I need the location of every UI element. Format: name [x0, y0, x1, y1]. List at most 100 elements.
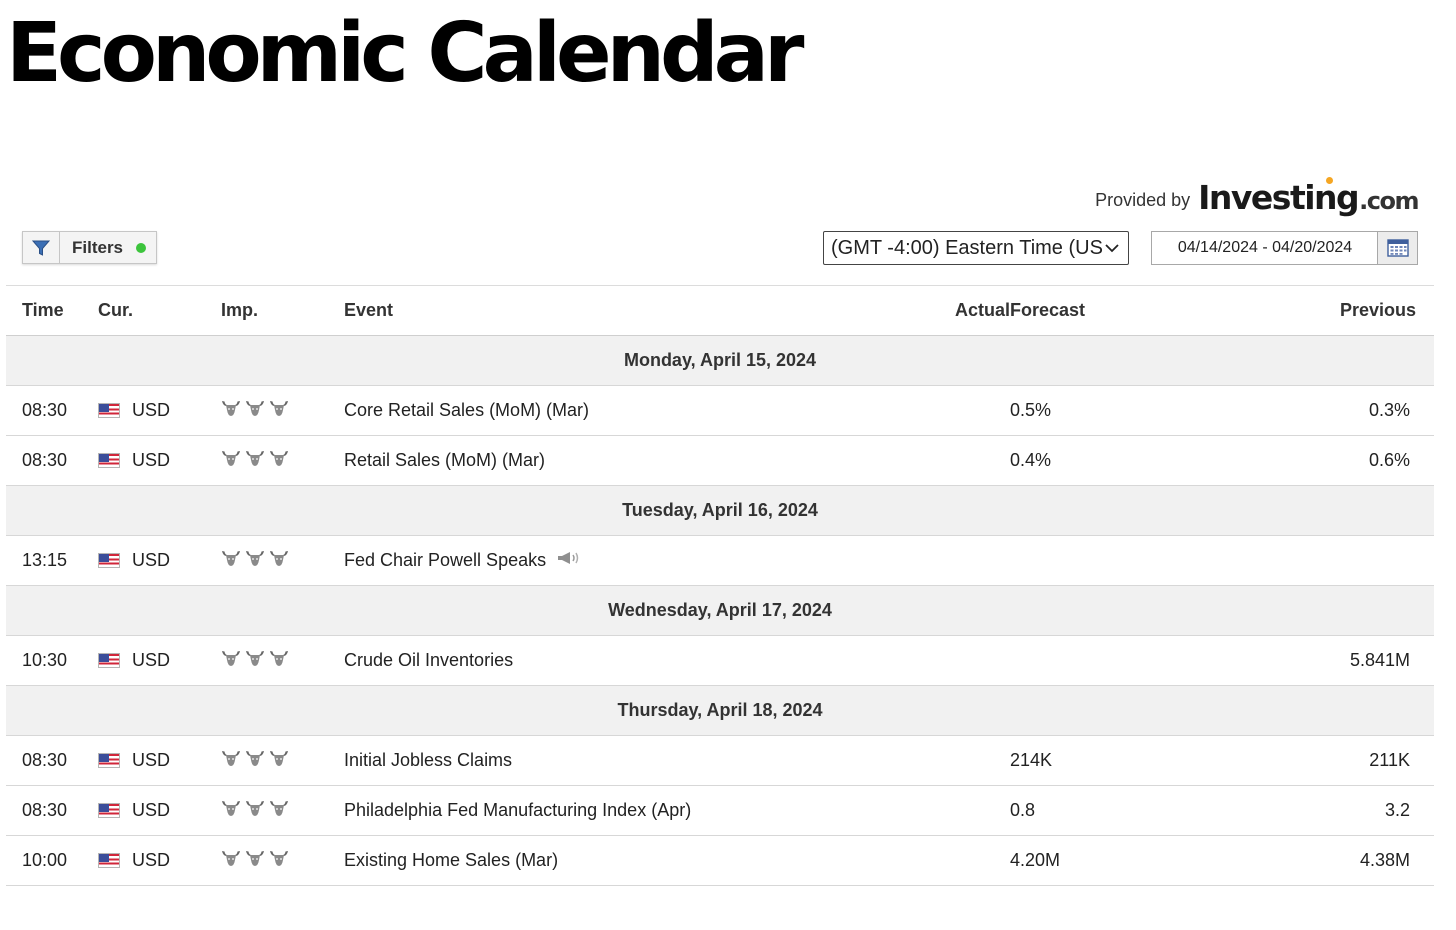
event-currency: USD [98, 535, 221, 586]
bull-icon [245, 799, 265, 822]
event-previous: 5.841M [1214, 635, 1434, 686]
header-actual[interactable]: Actual [864, 285, 1010, 336]
event-name-cell: Initial Jobless Claims [344, 735, 864, 786]
day-header-row: Monday, April 15, 2024 [6, 335, 1434, 386]
event-importance [221, 635, 344, 686]
funnel-icon [23, 232, 60, 263]
event-name-link[interactable]: Initial Jobless Claims [344, 750, 512, 771]
bull-icon [221, 749, 241, 772]
header-time[interactable]: Time [6, 285, 98, 336]
brand-name: Investing [1198, 178, 1360, 217]
provider-attribution: Provided by Investing .com [1095, 177, 1419, 218]
header-previous[interactable]: Previous [1214, 285, 1434, 336]
event-actual [864, 785, 1010, 836]
bull-icon [221, 799, 241, 822]
event-actual [864, 635, 1010, 686]
bull-icon [269, 649, 289, 672]
event-name-cell: Existing Home Sales (Mar) [344, 835, 864, 886]
event-forecast: 0.8 [1010, 785, 1214, 836]
currency-code: USD [132, 750, 171, 770]
event-name-link[interactable]: Crude Oil Inventories [344, 650, 513, 671]
chevron-down-icon [1104, 240, 1120, 261]
event-row[interactable]: 10:30 USD Crude Oil Inventories 5.841M [6, 635, 1434, 686]
bull-icon [269, 399, 289, 422]
calendar-body: Monday, April 15, 2024 08:30 USD Core Retai… [6, 335, 1434, 886]
event-name-link[interactable]: Fed Chair Powell Speaks [344, 550, 546, 571]
event-actual [864, 385, 1010, 436]
event-time: 13:15 [6, 535, 98, 586]
event-currency: USD [98, 635, 221, 686]
bull-icon [221, 449, 241, 472]
day-header-row: Tuesday, April 16, 2024 [6, 485, 1434, 536]
event-previous: 4.38M [1214, 835, 1434, 886]
event-previous [1214, 535, 1434, 586]
currency-code: USD [132, 550, 171, 570]
speaker-icon[interactable] [556, 550, 584, 571]
event-row[interactable]: 10:00 USD Existing Home Sales (Mar) 4.20M 4.… [6, 835, 1434, 886]
event-row[interactable]: 08:30 USD Initial Jobless Claims 214K 211K [6, 735, 1434, 786]
event-actual [864, 535, 1010, 586]
event-forecast: 4.20M [1010, 835, 1214, 886]
event-forecast: 214K [1010, 735, 1214, 786]
event-row[interactable]: 08:30 USD Core Retail Sales (MoM) (Mar) 0.5… [6, 385, 1434, 436]
event-name-link[interactable]: Existing Home Sales (Mar) [344, 850, 558, 871]
event-name-cell: Philadelphia Fed Manufacturing Index (Ap… [344, 785, 864, 836]
event-previous: 0.6% [1214, 435, 1434, 486]
brand-tld: .com [1359, 187, 1419, 215]
event-name-link[interactable]: Core Retail Sales (MoM) (Mar) [344, 400, 589, 421]
bull-icon [221, 549, 241, 572]
bull-icon [245, 749, 265, 772]
currency-code: USD [132, 450, 171, 470]
event-currency: USD [98, 385, 221, 436]
calendar-icon[interactable] [1377, 232, 1417, 264]
bull-icon [269, 449, 289, 472]
filters-button[interactable]: Filters [22, 231, 157, 264]
bull-icon [221, 849, 241, 872]
header-event[interactable]: Event [344, 285, 864, 336]
event-name-cell: Fed Chair Powell Speaks [344, 535, 864, 586]
header-currency[interactable]: Cur. [98, 285, 221, 336]
event-row[interactable]: 08:30 USD Retail Sales (MoM) (Mar) 0.4% 0.6% [6, 435, 1434, 486]
us-flag-icon [98, 403, 120, 418]
timezone-select[interactable]: (GMT -4:00) Eastern Time (US & Canada) [823, 231, 1129, 265]
us-flag-icon [98, 653, 120, 668]
event-row[interactable]: 08:30 USD Philadelphia Fed Manufacturing I… [6, 785, 1434, 836]
event-forecast [1010, 635, 1214, 686]
event-importance [221, 735, 344, 786]
us-flag-icon [98, 553, 120, 568]
event-forecast: 0.5% [1010, 385, 1214, 436]
event-name-cell: Core Retail Sales (MoM) (Mar) [344, 385, 864, 436]
day-header-row: Wednesday, April 17, 2024 [6, 585, 1434, 636]
bull-icon [245, 649, 265, 672]
event-name-link[interactable]: Philadelphia Fed Manufacturing Index (Ap… [344, 800, 691, 821]
day-label: Thursday, April 18, 2024 [6, 685, 1434, 736]
event-row[interactable]: 13:15 USD Fed Chair Powell Speaks [6, 535, 1434, 586]
bull-icon [221, 649, 241, 672]
provided-by-label: Provided by [1095, 190, 1191, 210]
economic-calendar-table: Time Cur. Imp. Event Actual Forecast Pre… [6, 285, 1434, 886]
currency-code: USD [132, 800, 171, 820]
event-forecast: 0.4% [1010, 435, 1214, 486]
event-time: 10:30 [6, 635, 98, 686]
event-name-link[interactable]: Retail Sales (MoM) (Mar) [344, 450, 545, 471]
currency-code: USD [132, 400, 171, 420]
event-time: 10:00 [6, 835, 98, 886]
event-importance [221, 785, 344, 836]
event-time: 08:30 [6, 735, 98, 786]
investing-logo[interactable]: Investing .com [1198, 177, 1419, 218]
event-currency: USD [98, 735, 221, 786]
header-forecast[interactable]: Forecast [1010, 285, 1214, 336]
header-importance[interactable]: Imp. [221, 285, 344, 336]
event-importance [221, 835, 344, 886]
bull-icon [269, 549, 289, 572]
event-actual [864, 735, 1010, 786]
date-range-picker[interactable]: 04/14/2024 - 04/20/2024 [1151, 231, 1418, 265]
us-flag-icon [98, 853, 120, 868]
event-time: 08:30 [6, 435, 98, 486]
event-importance [221, 535, 344, 586]
bull-icon [245, 399, 265, 422]
event-previous: 3.2 [1214, 785, 1434, 836]
day-label: Monday, April 15, 2024 [6, 335, 1434, 386]
day-label: Wednesday, April 17, 2024 [6, 585, 1434, 636]
page-title: Economic Calendar [6, 6, 804, 101]
